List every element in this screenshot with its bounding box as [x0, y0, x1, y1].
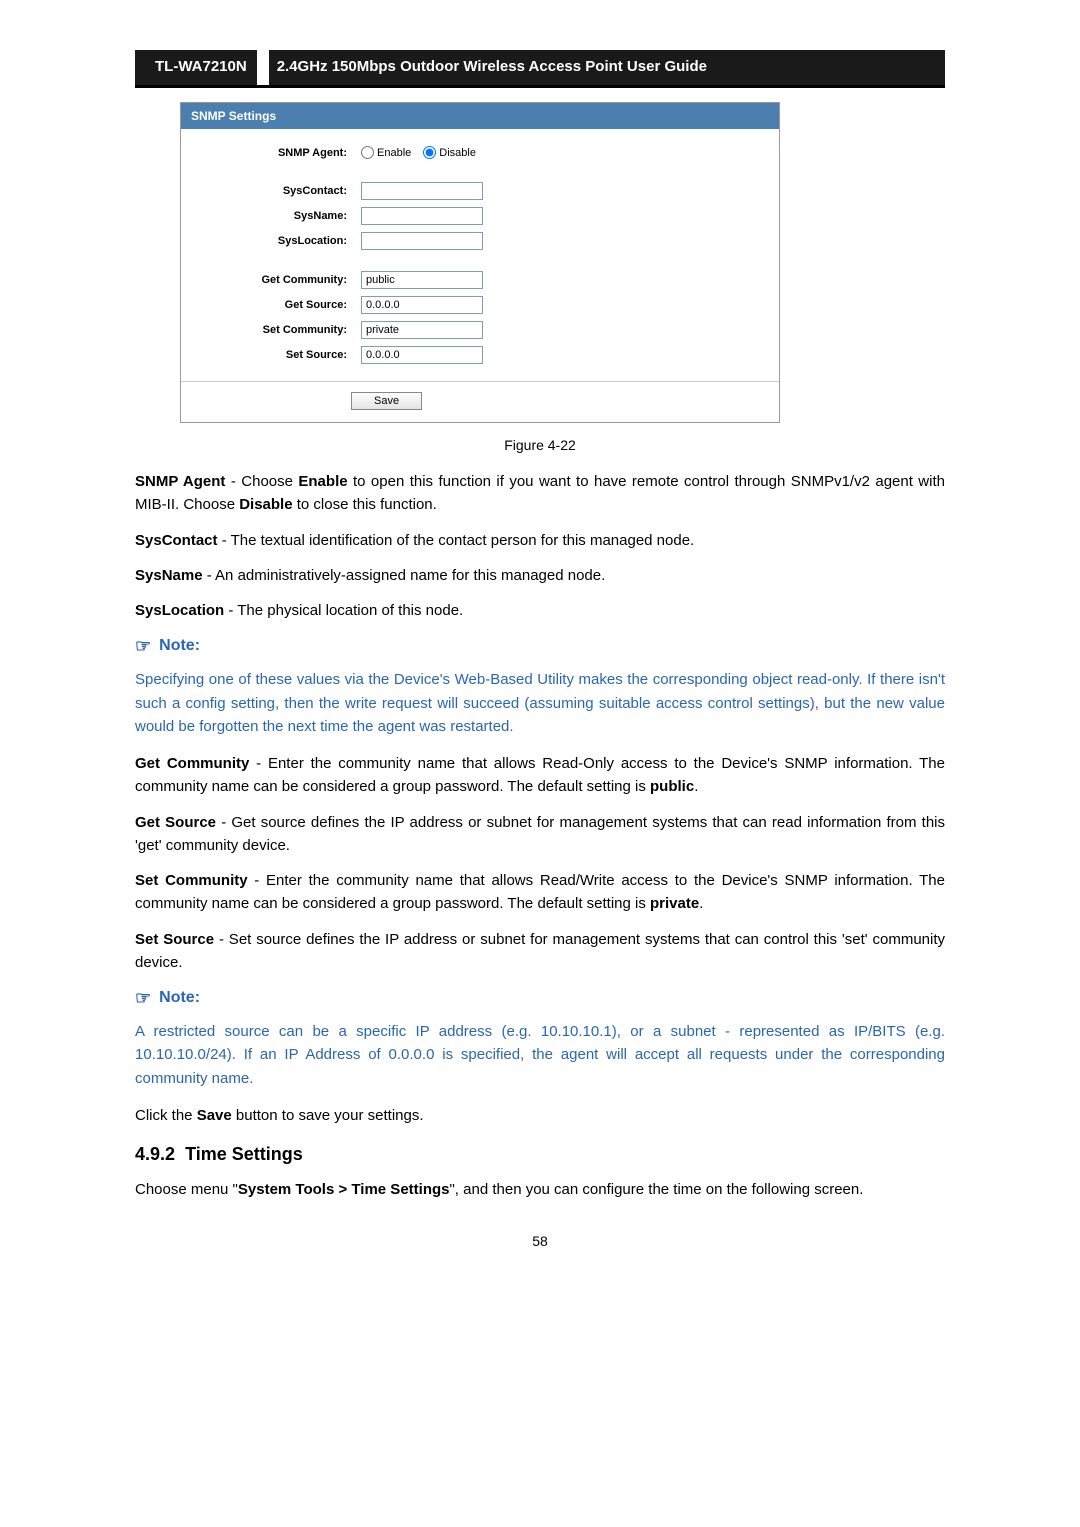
label-syscontact: SysContact:	[191, 183, 361, 200]
note-body-1: Specifying one of these values via the D…	[135, 668, 945, 738]
input-setcommunity[interactable]	[361, 321, 483, 339]
pointing-hand-icon: ☞	[135, 637, 151, 655]
para-setcommunity: Set Community - Enter the community name…	[135, 869, 945, 916]
radio-disable-wrap[interactable]: Disable	[423, 145, 476, 162]
input-setsource[interactable]	[361, 346, 483, 364]
row-syscontact: SysContact:	[191, 182, 769, 200]
note-label-1: Note:	[159, 634, 200, 658]
panel-title: SNMP Settings	[181, 103, 779, 129]
row-syslocation: SysLocation:	[191, 232, 769, 250]
note-label-2: Note:	[159, 986, 200, 1010]
pointing-hand-icon: ☞	[135, 989, 151, 1007]
section-heading: 4.9.2 Time Settings	[135, 1141, 945, 1168]
para-syslocation: SysLocation - The physical location of t…	[135, 599, 945, 622]
row-sysname: SysName:	[191, 207, 769, 225]
radio-enable-label: Enable	[377, 145, 411, 162]
label-sysname: SysName:	[191, 208, 361, 225]
row-getsource: Get Source:	[191, 296, 769, 314]
header-model: TL-WA7210N	[135, 50, 257, 85]
row-setsource: Set Source:	[191, 346, 769, 364]
header-title: 2.4GHz 150Mbps Outdoor Wireless Access P…	[269, 50, 945, 85]
row-snmp-agent: SNMP Agent: Enable Disable	[191, 145, 769, 162]
label-setcommunity: Set Community:	[191, 322, 361, 339]
header-gap	[257, 50, 269, 85]
radio-enable-wrap[interactable]: Enable	[361, 145, 411, 162]
note-body-2: A restricted source can be a specific IP…	[135, 1020, 945, 1090]
para-getcommunity: Get Community - Enter the community name…	[135, 752, 945, 799]
panel-body: SNMP Agent: Enable Disable SysContact: S…	[181, 129, 779, 383]
input-getcommunity[interactable]	[361, 271, 483, 289]
para-sysname: SysName - An administratively-assigned n…	[135, 564, 945, 587]
row-getcommunity: Get Community:	[191, 271, 769, 289]
para-setsource: Set Source - Set source defines the IP a…	[135, 928, 945, 975]
para-syscontact: SysContact - The textual identification …	[135, 529, 945, 552]
radio-enable[interactable]	[361, 146, 374, 159]
page-number: 58	[135, 1231, 945, 1252]
label-getcommunity: Get Community:	[191, 272, 361, 289]
snmp-settings-screenshot: SNMP Settings SNMP Agent: Enable Disable…	[180, 102, 780, 424]
note-heading-1: ☞ Note:	[135, 634, 945, 658]
input-sysname[interactable]	[361, 207, 483, 225]
para-save: Click the Save button to save your setti…	[135, 1104, 945, 1127]
row-setcommunity: Set Community:	[191, 321, 769, 339]
input-getsource[interactable]	[361, 296, 483, 314]
note-heading-2: ☞ Note:	[135, 986, 945, 1010]
para-getsource: Get Source - Get source defines the IP a…	[135, 811, 945, 858]
field-snmp-agent: Enable Disable	[361, 145, 769, 162]
panel-footer: Save	[181, 382, 779, 422]
save-button[interactable]: Save	[351, 392, 422, 410]
radio-disable-label: Disable	[439, 145, 476, 162]
figure-caption: Figure 4-22	[135, 435, 945, 456]
input-syslocation[interactable]	[361, 232, 483, 250]
label-snmp-agent: SNMP Agent:	[191, 145, 361, 162]
label-getsource: Get Source:	[191, 297, 361, 314]
label-setsource: Set Source:	[191, 347, 361, 364]
label-syslocation: SysLocation:	[191, 233, 361, 250]
input-syscontact[interactable]	[361, 182, 483, 200]
para-section-body: Choose menu "System Tools > Time Setting…	[135, 1178, 945, 1201]
para-snmp-agent: SNMP Agent - Choose Enable to open this …	[135, 470, 945, 517]
document-header: TL-WA7210N 2.4GHz 150Mbps Outdoor Wirele…	[135, 50, 945, 88]
radio-disable[interactable]	[423, 146, 436, 159]
